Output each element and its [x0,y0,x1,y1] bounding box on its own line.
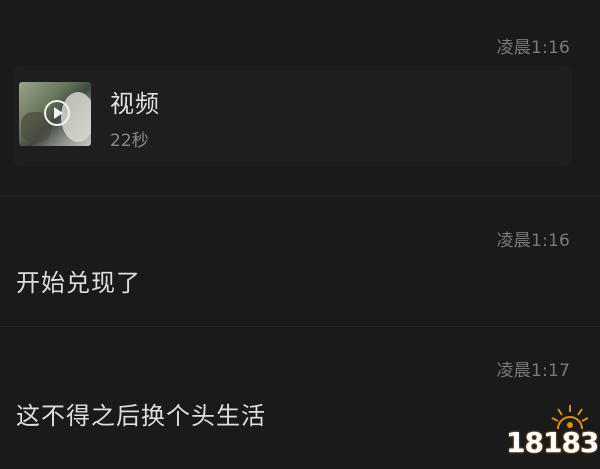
message-video: 凌晨1:16 视频 22秒 [0,0,600,200]
message-text: 凌晨1:16 开始兑现了 [0,200,600,325]
video-message-card[interactable]: 视频 22秒 [14,66,572,166]
message-timestamp: 凌晨1:17 [496,361,570,381]
message-body[interactable]: 这不得之后换个头生活 [16,396,266,431]
message-timestamp: 凌晨1:16 [496,38,570,58]
message-divider [0,326,600,327]
watermark-text: 18183 [506,426,599,459]
message-divider [0,195,600,196]
play-icon[interactable] [44,100,70,126]
message-timestamp: 凌晨1:16 [496,231,570,251]
chat-screen: 凌晨1:16 视频 22秒 凌晨1:16 开始兑现了 凌晨1:17 这不得之后换… [0,0,600,469]
video-thumbnail[interactable] [19,82,91,146]
video-title: 视频 [110,90,160,118]
watermark-logo: 18183 [506,399,599,459]
video-duration: 22秒 [110,131,149,151]
message-body[interactable]: 开始兑现了 [16,263,141,298]
